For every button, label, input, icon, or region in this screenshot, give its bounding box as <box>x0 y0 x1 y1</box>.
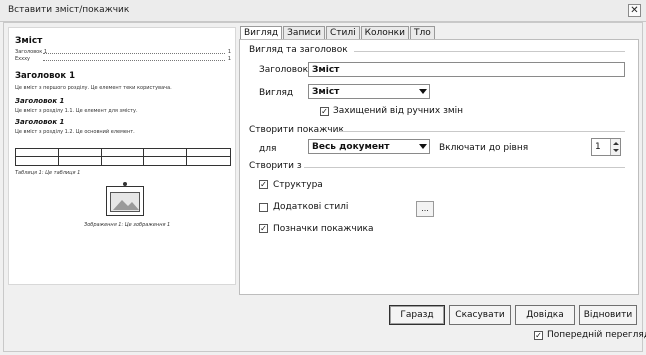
assign-styles-button[interactable]: ... <box>416 201 434 217</box>
ok-button[interactable]: Гаразд <box>389 305 445 325</box>
spin-up-icon[interactable] <box>613 142 619 145</box>
section-heading-type-title: Вигляд та заголовок <box>249 45 348 55</box>
additional-styles-label: Додаткові стилі <box>273 202 349 212</box>
window-title: Вставити зміст/покажчик <box>8 5 130 15</box>
section-heading-create-index: Створити покажчик <box>249 125 344 135</box>
preview-heading-2: Заголовок 1 <box>15 97 65 105</box>
outline-checkbox[interactable]: ✓ <box>259 180 268 189</box>
preview-toc-entry-label: Заголовок 1 <box>15 49 48 55</box>
section-divider <box>338 131 625 132</box>
picture-icon <box>113 200 139 210</box>
tab-background[interactable]: Тло <box>409 26 435 40</box>
title-label: Заголовок <box>259 65 309 75</box>
cancel-button[interactable]: Скасувати <box>449 305 511 325</box>
help-button[interactable]: Довідка <box>515 305 575 325</box>
reset-button[interactable]: Відновити <box>579 305 637 325</box>
index-marks-label: Позначки покажчика <box>273 224 374 234</box>
preview-toc-title: Зміст <box>15 36 43 46</box>
preview-label: Попередній перегляд <box>547 330 646 340</box>
chevron-down-icon <box>419 89 427 94</box>
section-divider <box>354 51 625 52</box>
level-stepper[interactable]: 1 <box>591 138 621 156</box>
type-dropdown-value: Зміст <box>312 87 340 97</box>
preview-table-caption: Таблиця 1: Це таблиця 1 <box>15 170 81 176</box>
tab-entries[interactable]: Записи <box>283 26 325 40</box>
type-label: Вигляд <box>259 88 294 98</box>
scope-dropdown[interactable]: Весь документ <box>308 139 430 154</box>
preview-toc-entry: Еxxxy 1 <box>15 56 231 62</box>
document-preview: Зміст Заголовок 1 1 Еxxxy 1 Заголовок 1 … <box>8 27 236 285</box>
additional-styles-checkbox[interactable] <box>259 203 268 212</box>
preview-heading-1: Заголовок 1 <box>15 71 75 81</box>
protected-checkbox[interactable]: ✓ <box>320 107 329 116</box>
index-marks-checkbox[interactable]: ✓ <box>259 224 268 233</box>
section-heading-create-from: Створити з <box>249 161 302 171</box>
protected-label: Захищений від ручних змін <box>333 106 464 116</box>
preview-toc-entry-page: 1 <box>227 56 231 62</box>
chevron-down-icon <box>419 144 427 149</box>
checkmark-icon: ✓ <box>260 224 267 233</box>
title-bar: Вставити зміст/покажчик ✕ <box>0 0 646 22</box>
outline-label: Структура <box>273 180 323 190</box>
spin-down-icon[interactable] <box>613 149 619 152</box>
preview-body-text: Це вміст з першого розділу. Це елемент т… <box>15 85 172 91</box>
preview-toc-entry-page: 1 <box>227 49 231 55</box>
checkmark-icon: ✓ <box>321 107 328 116</box>
checkmark-icon: ✓ <box>260 180 267 189</box>
level-label: Включати до рівня <box>439 143 529 153</box>
tab-columns[interactable]: Колонки <box>360 26 409 40</box>
title-input[interactable]: Зміст <box>308 62 625 77</box>
preview-checkbox[interactable]: ✓ <box>534 331 543 340</box>
preview-image-caption: Зображення 1: Це зображення 1 <box>84 222 171 228</box>
preview-toc-entry: Заголовок 1 1 <box>15 49 231 55</box>
preview-body-text: Це вміст з розділу 1.2. Це основний елем… <box>15 129 135 135</box>
for-label: для <box>259 144 277 154</box>
type-dropdown[interactable]: Зміст <box>308 84 430 99</box>
level-value: 1 <box>595 142 601 152</box>
tab-bar: Вигляд Записи Стилі Колонки Тло <box>240 26 436 41</box>
preview-body-text: Це вміст з розділу 1.1. Це елемент для з… <box>15 108 138 114</box>
close-button[interactable]: ✕ <box>628 4 641 17</box>
checkmark-icon: ✓ <box>535 331 542 340</box>
preview-heading-2: Заголовок 1 <box>15 118 65 126</box>
preview-image <box>106 182 144 216</box>
preview-toc-entry-label: Еxxxy <box>15 56 30 62</box>
preview-table <box>15 148 231 166</box>
section-divider <box>304 167 625 168</box>
scope-dropdown-value: Весь документ <box>312 142 390 152</box>
tab-styles[interactable]: Стилі <box>325 26 360 40</box>
